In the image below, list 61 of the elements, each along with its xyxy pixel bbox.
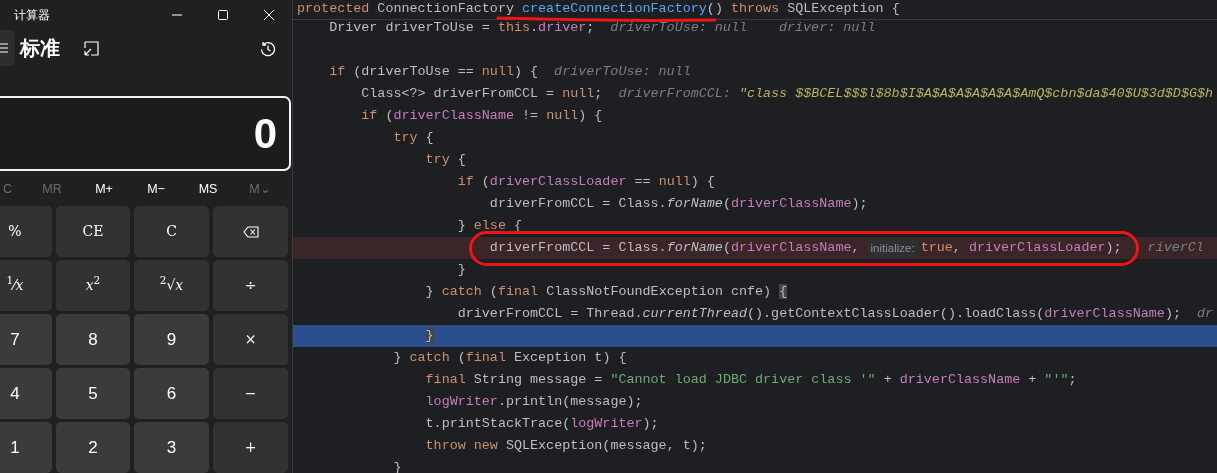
parameter-hint: initialize: bbox=[867, 239, 918, 257]
code-text: true, driverClassLoader); bbox=[920, 238, 1122, 257]
calculator-key[interactable]: CE bbox=[56, 206, 130, 257]
inline-value-hint: riverCl bbox=[1147, 238, 1204, 257]
calculator-key[interactable]: % bbox=[0, 206, 52, 257]
code-text: protected ConnectionFactory createConnectionFactory() throws SQLException { bbox=[297, 0, 900, 19]
code-text: if (driverClassLoader == null) { bbox=[457, 172, 715, 191]
inline-value-hint: driverToUse: null bbox=[610, 18, 747, 37]
code-text: } bbox=[457, 260, 466, 279]
code-text: driverFromCCL = Class.forName(driverClassName); bbox=[489, 194, 868, 213]
inline-value-hint: driverFromCCL: "class $$BCEL$$$l$8b$I$A$A$A$A$A$A$AmQ$cbn$da$40$U$3d$D$G$h bbox=[618, 84, 1214, 103]
calculator-key[interactable]: ÷ bbox=[213, 260, 288, 311]
calculator-key[interactable]: 9 bbox=[134, 314, 209, 365]
maximize-icon bbox=[218, 10, 228, 20]
calculator-key[interactable]: + bbox=[213, 422, 288, 473]
code-text: t.printStackTrace(logWriter); bbox=[425, 414, 659, 433]
menu-button[interactable] bbox=[0, 30, 15, 66]
code-text: Driver driverToUse = this.driver; bbox=[329, 18, 595, 37]
code-text: } bbox=[393, 458, 402, 473]
display-value: 0 bbox=[253, 112, 278, 155]
calculator-key[interactable]: − bbox=[213, 368, 288, 419]
history-icon bbox=[260, 40, 276, 57]
memory-button[interactable]: M+ bbox=[95, 179, 113, 199]
code-text: driverFromCCL = Thread.currentThread().getContextClassLoader().loadClass(driverClassName); bbox=[457, 304, 1181, 323]
inline-value-hint: driverToUse: null bbox=[554, 62, 691, 81]
calculator-key[interactable]: 2 bbox=[56, 422, 130, 473]
memory-button[interactable]: MS bbox=[198, 179, 218, 199]
code-text: try { bbox=[425, 150, 466, 169]
inline-value-hint: driver: null bbox=[778, 18, 876, 37]
keep-on-top-icon bbox=[84, 41, 99, 57]
backspace-button[interactable] bbox=[213, 206, 288, 257]
menu-icon bbox=[0, 42, 8, 54]
code-text: logWriter.println(message); bbox=[425, 392, 643, 411]
calculator-key[interactable]: x$^{2}$ bbox=[56, 260, 130, 311]
memory-button[interactable]: M− bbox=[147, 179, 165, 199]
close-icon bbox=[264, 10, 274, 20]
calculator-key[interactable]: 5 bbox=[56, 368, 130, 419]
calculator-key[interactable]: × bbox=[213, 314, 288, 365]
code-text: if (driverClassName != null) { bbox=[361, 106, 603, 125]
calculator-key[interactable]: 3 bbox=[134, 422, 209, 473]
calculator-key[interactable]: $^{1}$⁄x bbox=[0, 260, 52, 311]
backspace-icon bbox=[242, 225, 259, 238]
inline-value-hint: dr bbox=[1196, 304, 1214, 323]
calculator-key[interactable]: C bbox=[134, 206, 209, 257]
calculator-key[interactable]: 1 bbox=[0, 422, 52, 473]
mode-title: 标准 bbox=[20, 36, 60, 61]
code-text: if (driverToUse == null) { bbox=[329, 62, 539, 81]
calculator-key[interactable]: 6 bbox=[134, 368, 209, 419]
calculator-key[interactable]: 8 bbox=[56, 314, 130, 365]
calculator-key[interactable]: $^{2}$√x bbox=[134, 260, 209, 311]
window-title: 计算器 bbox=[14, 7, 50, 24]
calculator-key[interactable]: 4 bbox=[0, 368, 52, 419]
code-text: throw new SQLException(message, t); bbox=[425, 436, 707, 455]
code-text: try { bbox=[393, 128, 434, 147]
code-text: driverFromCCL = Class.forName(driverClassName, bbox=[489, 238, 861, 257]
code-text: } bbox=[425, 326, 434, 345]
code-text: } catch (final Exception t) { bbox=[393, 348, 627, 367]
calculator-key[interactable]: 7 bbox=[0, 314, 52, 365]
code-text: Class<?> driverFromCCL = null; bbox=[361, 84, 603, 103]
code-text: final String message = "Cannot load JDBC driver class '" + driverClassName + "'"; bbox=[425, 370, 1077, 389]
code-text: } catch (final ClassNotFoundException cnfe) { bbox=[425, 282, 788, 301]
